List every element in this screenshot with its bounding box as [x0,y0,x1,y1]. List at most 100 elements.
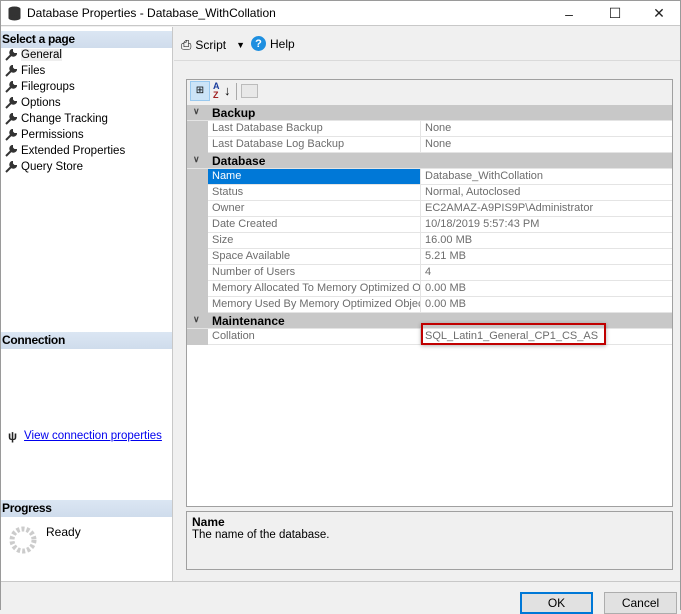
wrench-icon [5,48,18,61]
page-item-label: Extended Properties [21,145,126,157]
row-gutter [187,297,208,313]
property-name[interactable]: Memory Used By Memory Optimized Objects [208,297,421,312]
property-name[interactable]: Status [208,185,421,200]
description-panel: Name The name of the database. [186,511,673,570]
property-value[interactable]: Database_WithCollation [421,169,671,184]
property-name[interactable]: Last Database Log Backup [208,137,421,152]
property-name[interactable]: Number of Users [208,265,421,280]
property-value[interactable]: 4 [421,265,671,280]
left-panel: Select a page General Files Filegroups Opti… [1,27,173,581]
property-row[interactable]: Last Database Backup None [187,121,672,137]
property-name[interactable]: Collation [208,329,421,344]
property-row[interactable]: Name Database_WithCollation [187,169,672,185]
property-row[interactable]: Owner EC2AMAZ-A9PIS9P\Administrator [187,201,672,217]
property-value[interactable]: 0.00 MB [421,281,671,296]
property-name[interactable]: Date Created [208,217,421,232]
property-value[interactable]: Normal, Autoclosed [421,185,671,200]
toolbar: ⎙ Script ▼ ? Help [174,27,680,61]
wrench-icon [5,144,18,157]
page-item-filegroups[interactable]: Filegroups [5,79,75,95]
chevron-down-icon[interactable]: ∨ [193,154,200,165]
chevron-down-icon[interactable]: ▼ [236,40,245,50]
progress-spinner-icon [9,526,37,554]
sort-az-icon: AZ [213,81,220,100]
property-value[interactable]: None [421,137,671,152]
wrench-icon [5,160,18,173]
category-label: Database [212,154,266,168]
toolbar-divider [236,83,237,100]
property-row[interactable]: Space Available 5.21 MB [187,249,672,265]
page-item-label: Options [21,97,61,109]
page-item-label: Filegroups [21,81,75,93]
property-name[interactable]: Name [208,169,421,184]
property-row[interactable]: Number of Users 4 [187,265,672,281]
cancel-button[interactable]: Cancel [604,592,677,614]
row-gutter [187,137,208,153]
property-value[interactable]: 5.21 MB [421,249,671,264]
description-text: The name of the database. [192,529,330,541]
category-label: Maintenance [212,314,285,328]
property-row[interactable]: Memory Allocated To Memory Optimized Obj… [187,281,672,297]
ok-button[interactable]: OK [520,592,593,614]
property-row[interactable]: Last Database Log Backup None [187,137,672,153]
row-gutter [187,281,208,297]
page-item-label: Permissions [21,129,84,141]
progress-status: Ready [46,525,81,539]
row-gutter [187,201,208,217]
categorized-view-button[interactable]: ⊞ [190,81,210,101]
property-value[interactable]: 16.00 MB [421,233,671,248]
page-item-label: Files [21,65,46,77]
page-item-permissions[interactable]: Permissions [5,127,84,143]
database-icon [8,6,21,21]
maximize-button[interactable]: ☐ [592,1,638,26]
property-name[interactable]: Last Database Backup [208,121,421,136]
page-item-query-store[interactable]: Query Store [5,159,83,175]
page-item-extended-properties[interactable]: Extended Properties [5,143,125,159]
description-title: Name [192,515,225,529]
script-button[interactable]: ⎙ Script ▼ [181,37,245,53]
row-gutter [187,233,208,249]
view-connection-properties[interactable]: ψ View connection properties [8,429,162,443]
script-icon: ⎙ [181,37,192,52]
property-grid-toolbar: ⊞ AZ ↓ [187,80,672,105]
wrench-icon [5,112,18,125]
property-value[interactable]: 0.00 MB [421,297,671,312]
property-row[interactable]: Date Created 10/18/2019 5:57:43 PM [187,217,672,233]
property-name[interactable]: Owner [208,201,421,216]
page-item-label: Query Store [21,161,83,173]
close-button[interactable]: ✕ [636,1,681,26]
row-gutter [187,329,208,345]
property-grid[interactable]: ⊞ AZ ↓ ∨ Backup Last Database Backup None La… [186,79,673,507]
property-pages-button[interactable] [241,84,258,98]
chevron-down-icon[interactable]: ∨ [193,314,200,325]
window-title: Database Properties - Database_WithColla… [27,6,276,20]
wrench-icon [5,64,18,77]
property-value[interactable]: EC2AMAZ-A9PIS9P\Administrator [421,201,671,216]
row-gutter [187,265,208,281]
category-backup[interactable]: ∨ Backup [187,105,672,121]
property-row[interactable]: Status Normal, Autoclosed [187,185,672,201]
alphabetical-sort-button[interactable]: AZ [213,82,220,100]
row-gutter [187,169,208,185]
view-connection-link[interactable]: View connection properties [24,430,162,442]
property-row[interactable]: Size 16.00 MB [187,233,672,249]
progress-header: Progress [1,500,172,517]
property-name[interactable]: Space Available [208,249,421,264]
page-item-files[interactable]: Files [5,63,45,79]
property-name[interactable]: Size [208,233,421,248]
plug-icon: ψ [8,429,18,443]
categorized-icon: ⊞ [195,85,205,96]
property-name[interactable]: Memory Allocated To Memory Optimized Obj [208,281,421,296]
property-row[interactable]: Memory Used By Memory Optimized Objects 0… [187,297,672,313]
page-item-label: General [21,49,62,61]
help-button[interactable]: ? Help [251,36,295,51]
category-database[interactable]: ∨ Database [187,153,672,169]
page-item-options[interactable]: Options [5,95,61,111]
page-item-change-tracking[interactable]: Change Tracking [5,111,108,127]
chevron-down-icon[interactable]: ∨ [193,106,200,117]
page-item-general[interactable]: General [5,47,62,63]
property-value[interactable]: 10/18/2019 5:57:43 PM [421,217,671,232]
property-value[interactable]: None [421,121,671,136]
minimize-button[interactable]: – [546,1,592,26]
row-gutter [187,121,208,137]
